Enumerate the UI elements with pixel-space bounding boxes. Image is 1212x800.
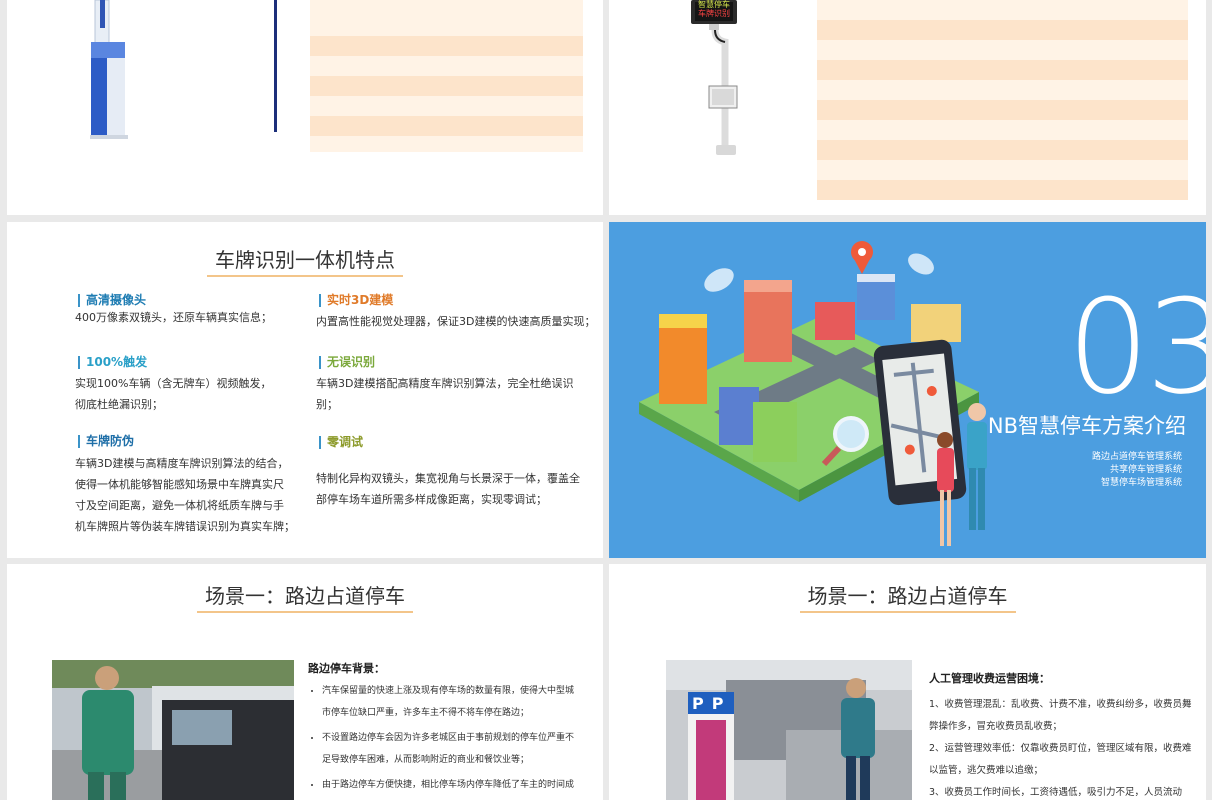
- subsystem-line: 智慧停车场管理系统: [1100, 478, 1182, 488]
- list-item: 汽车保留量的快速上涨及现有停车场的数量有限，使得大中型城 市停车位缺口严重，许多…: [322, 680, 598, 724]
- feature-heading-trigger: 100%触发: [78, 356, 147, 369]
- section-title: NB智慧停车方案介绍: [987, 414, 1186, 438]
- list-item-line: 市停车位缺口严重，许多车主不得不将车停在路边；: [322, 708, 530, 718]
- section-number: 03: [1067, 271, 1206, 423]
- feature-heading-3d: 实时3D建模: [319, 294, 393, 307]
- feature-text-trigger-line: 实现100%车辆（含无牌车）视频触发，: [75, 377, 272, 390]
- parking-sign-p: P: [711, 694, 732, 713]
- list-item-line: 3、收费员工作时间长，工资待遇低，吸引力不足，人员流动快。: [929, 787, 1183, 798]
- table-stripes: [310, 0, 583, 152]
- list-item-line: 由于路边停车方便快捷，相比停车场内停车降低了车主的时间成: [322, 780, 575, 790]
- list-item-line: 2、运营管理效率低：仅靠收费员盯位，管理区域有限，收费难: [929, 743, 1192, 754]
- slide-lpr-camera: 智慧停车 车牌识别: [609, 0, 1206, 215]
- slide-title: 车牌识别一体机特点: [7, 244, 603, 277]
- feature-text-trigger: 实现100%车辆（含无牌车）视频触发， 彻底杜绝漏识别；: [75, 373, 271, 415]
- list-item: 2、运营管理效率低：仅靠收费员盯位，管理区域有限，收费难 以监管，逃欠费难以追缴…: [929, 738, 1194, 782]
- difficulties-heading-text: 人工管理收费运营困境: [929, 672, 1039, 685]
- screen-line-2: 车牌识别: [698, 9, 730, 18]
- table-stripes: [817, 0, 1188, 200]
- difficulties-heading-colon: ：: [1039, 672, 1050, 685]
- subsystem-line: 共享停车管理系统: [1109, 465, 1182, 475]
- background-heading-text: 路边停车背景: [308, 662, 374, 675]
- list-item-line: 汽车保留量的快速上涨及现有停车场的数量有限，使得大中型城: [322, 686, 575, 696]
- slide-section-03: 03 NB智慧停车方案介绍 路边占道停车管理系统 共享停车管理系统 智慧停车场管…: [609, 222, 1206, 558]
- parking-meter-photo: [666, 660, 912, 800]
- feature-text-anti-fake-line: 机车牌照片等伪装车牌错误识别为真实车牌；: [75, 520, 295, 533]
- subsystem-line: 路边占道停车管理系统: [1091, 452, 1182, 462]
- list-item-line: 足导致停车困难，从而影响附近的商业和餐饮业等；: [322, 755, 530, 765]
- feature-text-anti-fake-line: 使得一体机能够智能感知场景中车牌真实尺: [75, 478, 284, 491]
- parking-sign-letters: PP: [692, 694, 731, 713]
- parking-sign-p: P: [692, 694, 712, 713]
- feature-text-camera: 400万像素双镜头，还原车辆真实信息；: [75, 311, 272, 324]
- feature-text-zero-debug: 特制化异构双镜头，集宽视角与长景深于一体，覆盖全 部停车场车道所需多样成像距离，…: [316, 468, 580, 510]
- feature-heading-no-error: 无误识别: [319, 356, 375, 369]
- feature-text-3d: 内置高性能视觉处理器，保证3D建模的快速高质量实现；: [316, 315, 596, 328]
- section-subsystems: 路边占道停车管理系统 共享停车管理系统 智慧停车场管理系统: [1092, 451, 1182, 490]
- list-item-line: 以监管，逃欠费难以追缴；: [929, 765, 1044, 776]
- background-list: 汽车保留量的快速上涨及现有停车场的数量有限，使得大中型城 市停车位缺口严重，许多…: [308, 680, 598, 799]
- parking-warden-photo: [52, 660, 294, 800]
- screen-text: 智慧停车 车牌识别: [696, 0, 732, 18]
- feature-text-anti-fake-line: 车辆3D建模与高精度车牌识别算法的结合，: [75, 457, 289, 470]
- feature-text-zero-debug-line: 特制化异构双镜头，集宽视角与长景深于一体，覆盖全: [316, 472, 580, 485]
- feature-heading-zero-debug: 零调试: [319, 436, 363, 449]
- feature-heading-anti-fake: 车牌防伪: [78, 435, 134, 448]
- list-item-line: 不设置路边停车会因为许多老城区由于事前规划的停车位严重不: [322, 733, 575, 743]
- list-item: 由于路边停车方便快捷，相比停车场内停车降低了车主的时间成: [322, 774, 598, 796]
- list-item: 1、收费管理混乱：乱收费、计费不准，收费纠纷多，收费员舞 弊操作多，冒充收费员乱…: [929, 694, 1194, 738]
- difficulties-heading: 人工管理收费运营困境：: [929, 670, 1050, 686]
- feature-text-zero-debug-line: 部停车场车道所需多样成像距离，实现零调试；: [316, 493, 547, 506]
- background-heading: 路边停车背景：: [308, 660, 385, 676]
- list-item: 不设置路边停车会因为许多老城区由于事前规划的停车位严重不 足导致停车困难，从而影…: [322, 727, 598, 771]
- slide-lpr-features: 车牌识别一体机特点 高清摄像头 400万像素双镜头，还原车辆真实信息； 实时3D…: [7, 222, 603, 558]
- difficulties-list: 1、收费管理混乱：乱收费、计费不准，收费纠纷多，收费员舞 弊操作多，冒充收费员乱…: [929, 694, 1194, 800]
- feature-text-anti-fake-line: 寸及空间距离，避免一体机将纸质车牌与手: [75, 499, 284, 512]
- feature-text-trigger-line: 彻底杜绝漏识别；: [75, 398, 163, 411]
- feature-text-no-error-line: 别；: [316, 398, 338, 411]
- slide-roadside-parking-background: 场景一：路边占道停车 路边停车背景： 汽车保留量的快速上涨及现有停车场的数量有限…: [7, 564, 603, 800]
- slide-title: 场景一：路边占道停车: [7, 580, 603, 613]
- background-heading-colon: ：: [374, 662, 385, 675]
- smart-city-illustration: [639, 241, 987, 546]
- slide-barrier-gate: [7, 0, 603, 215]
- feature-text-anti-fake: 车辆3D建模与高精度车牌识别算法的结合， 使得一体机能够智能感知场景中车牌真实尺…: [75, 453, 295, 537]
- slide-title: 场景一：路边占道停车: [609, 580, 1206, 613]
- list-item: 3、收费员工作时间长，工资待遇低，吸引力不足，人员流动快。: [929, 782, 1194, 800]
- list-item-line: 弊操作多，冒充收费员乱收费；: [929, 721, 1063, 732]
- screen-line-1: 智慧停车: [698, 0, 730, 9]
- slide-title-text: 场景一：路边占道停车: [799, 580, 1016, 613]
- slide-title-text: 场景一：路边占道停车: [197, 580, 413, 613]
- slide-title-text: 车牌识别一体机特点: [207, 244, 403, 277]
- feature-heading-camera: 高清摄像头: [78, 294, 146, 307]
- feature-text-no-error-line: 车辆3D建模搭配高精度车牌识别算法，完全杜绝误识: [316, 377, 574, 390]
- list-item-line: 1、收费管理混乱：乱收费、计费不准，收费纠纷多，收费员舞: [929, 699, 1192, 710]
- slide-manual-toll-difficulties: 场景一：路边占道停车 PP 人工管理收费运营困境： 1、收费管理混乱：乱收费、计…: [609, 564, 1206, 800]
- feature-text-no-error: 车辆3D建模搭配高精度车牌识别算法，完全杜绝误识 别；: [316, 373, 573, 415]
